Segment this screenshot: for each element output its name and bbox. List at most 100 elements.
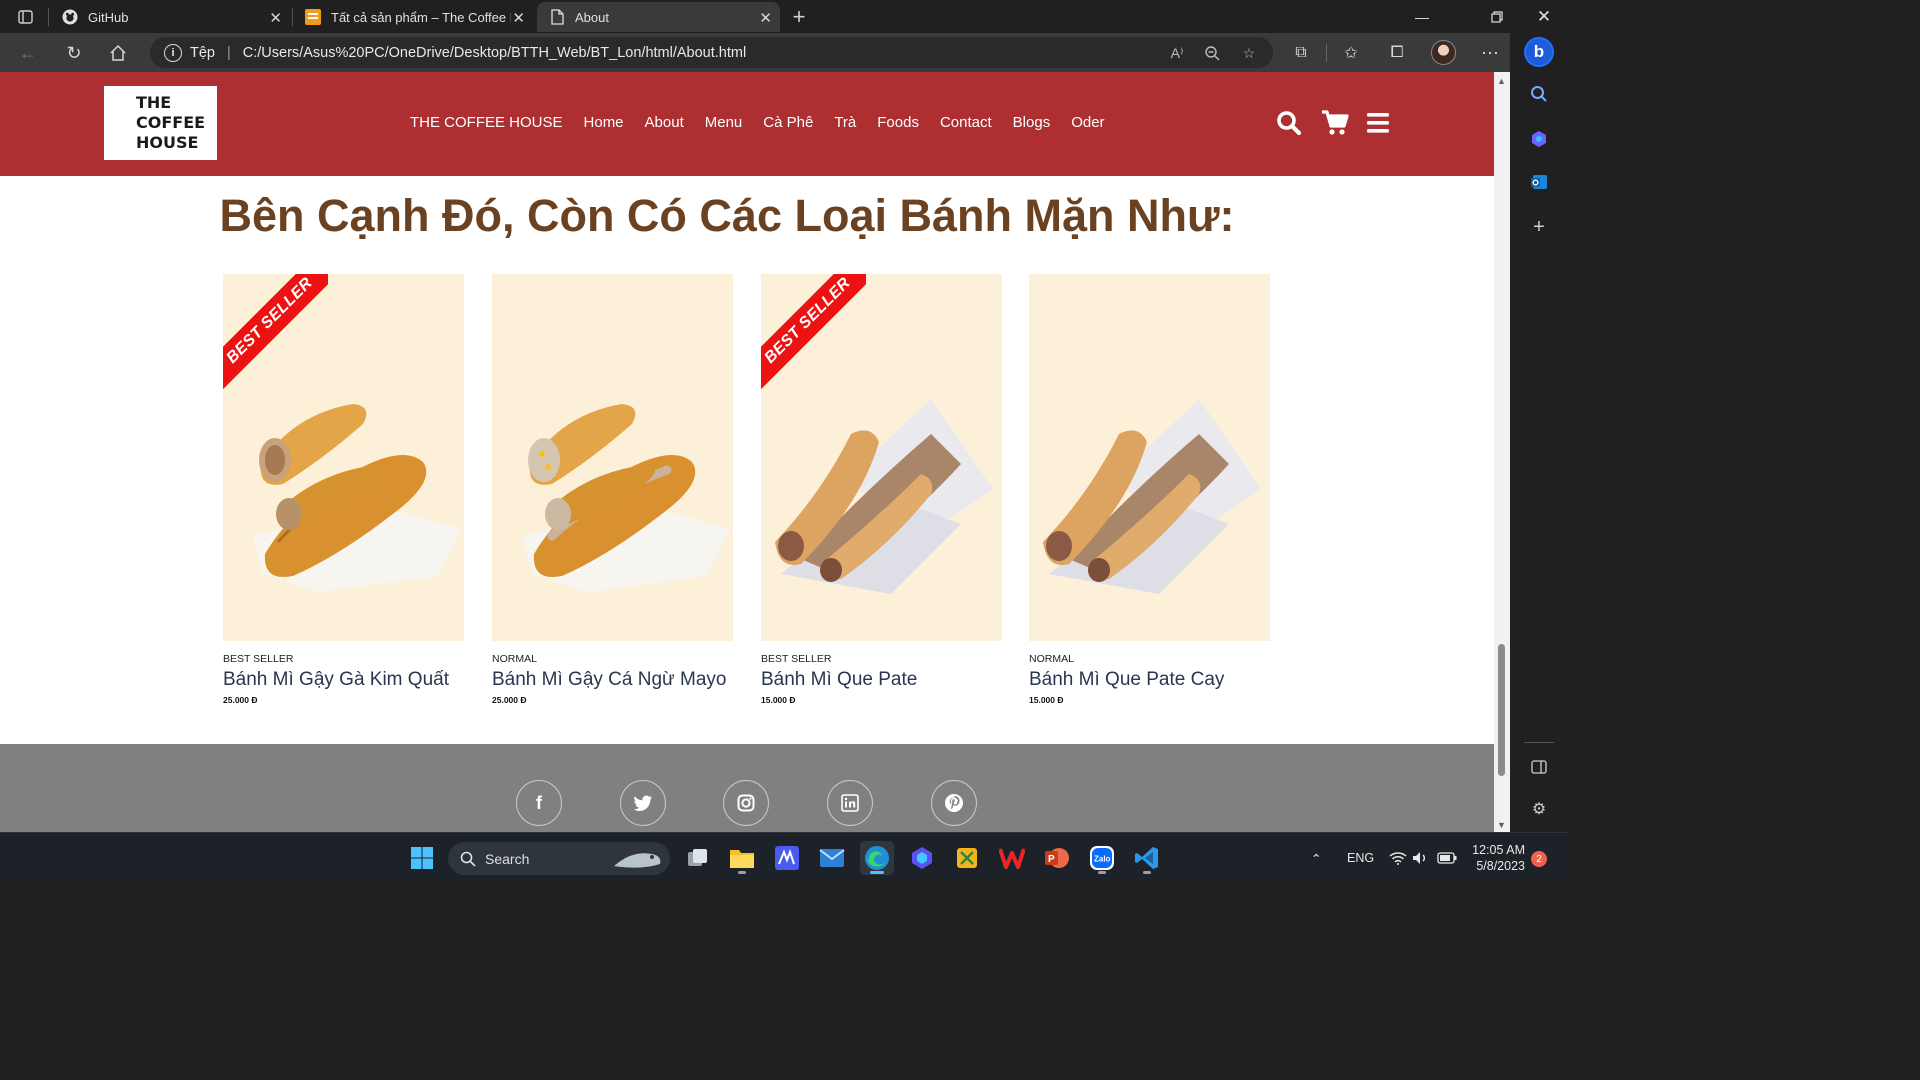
- sidebar-settings-icon[interactable]: ⚙: [1527, 797, 1551, 821]
- product-tag: NORMAL: [492, 653, 537, 665]
- battery-icon[interactable]: [1437, 833, 1457, 883]
- wps-office-icon[interactable]: [995, 841, 1029, 875]
- extensions-icon[interactable]: ⧉: [1287, 39, 1315, 67]
- nav-oder[interactable]: Oder: [1071, 114, 1104, 131]
- zalo-icon[interactable]: Zalo: [1085, 841, 1119, 875]
- outlook-icon[interactable]: [1527, 170, 1551, 194]
- hamburger-menu-icon[interactable]: [1367, 112, 1389, 139]
- scroll-down-icon[interactable]: ▼: [1497, 820, 1506, 830]
- restore-icon[interactable]: [1474, 0, 1520, 33]
- windows-taskbar: Search P Zalo ⌃ ENG 12:05 AM 5/8/2023 2: [0, 832, 1568, 882]
- site-info-icon[interactable]: i: [164, 43, 182, 62]
- start-windows-icon[interactable]: [405, 841, 439, 875]
- clock-date: 5/8/2023: [1476, 859, 1525, 873]
- add-favorite-icon[interactable]: ☆: [1239, 44, 1259, 62]
- tab-title: Tất cả sản phẩm – The Coffee Ho: [331, 9, 511, 25]
- zoom-out-icon[interactable]: [1202, 44, 1222, 62]
- home-icon[interactable]: [104, 39, 132, 67]
- nav-tra[interactable]: Trà: [834, 114, 856, 131]
- nav-home[interactable]: Home: [584, 114, 624, 131]
- copilot-icon[interactable]: [1527, 127, 1551, 151]
- nav-brand[interactable]: THE COFFEE HOUSE: [410, 114, 563, 131]
- browser-tab-strip: GitHub ✕ Tất cả sản phẩm – The Coffee Ho…: [0, 0, 1568, 33]
- pate-stick-illustration: [1043, 399, 1261, 594]
- nav-foods[interactable]: Foods: [877, 114, 919, 131]
- url-text[interactable]: C:/Users/Asus%20PC/OneDrive/Desktop/BTTH…: [243, 45, 746, 61]
- product-image[interactable]: [492, 274, 733, 641]
- product-card[interactable]: NORMAL Bánh Mì Gậy Cá Ngừ Mayo 25.000 Đ: [492, 274, 733, 705]
- best-seller-ribbon: BEST SELLER: [223, 274, 328, 391]
- scroll-up-icon[interactable]: ▲: [1497, 76, 1506, 86]
- mathway-app-icon[interactable]: [770, 841, 804, 875]
- add-sidebar-app-icon[interactable]: +: [1527, 215, 1551, 239]
- mail-icon[interactable]: [815, 841, 849, 875]
- product-card[interactable]: BEST SELLER BEST SELLER Bánh Mì Que Pate…: [761, 274, 1002, 705]
- twitter-icon[interactable]: [620, 780, 666, 826]
- powerpoint-icon[interactable]: P: [1040, 841, 1074, 875]
- snipping-tool-icon[interactable]: [950, 841, 984, 875]
- tab-about[interactable]: About ✕: [537, 2, 780, 32]
- more-options-icon[interactable]: ⋯: [1476, 39, 1504, 67]
- search-icon[interactable]: [1276, 110, 1302, 141]
- wifi-icon[interactable]: [1389, 833, 1407, 883]
- linkedin-icon[interactable]: [827, 780, 873, 826]
- close-tab-icon[interactable]: ✕: [269, 9, 282, 27]
- close-tab-icon[interactable]: ✕: [759, 9, 772, 27]
- taskbar-search[interactable]: Search: [448, 842, 670, 875]
- product-name[interactable]: Bánh Mì Gậy Gà Kim Quất: [223, 669, 464, 691]
- favorites-icon[interactable]: ✩: [1337, 39, 1365, 67]
- nav-about[interactable]: About: [645, 114, 684, 131]
- copilot-taskbar-icon[interactable]: [905, 841, 939, 875]
- tab-coffee-products[interactable]: Tất cả sản phẩm – The Coffee Ho ✕: [293, 2, 533, 32]
- clock-time: 12:05 AM: [1472, 843, 1525, 857]
- product-name[interactable]: Bánh Mì Que Pate: [761, 669, 1002, 691]
- collections-icon[interactable]: ⧠: [1383, 39, 1411, 67]
- clock[interactable]: 12:05 AM 5/8/2023: [1470, 833, 1525, 883]
- minimize-icon[interactable]: —: [1399, 0, 1445, 33]
- product-image[interactable]: [1029, 274, 1270, 641]
- scrollbar-thumb[interactable]: [1498, 644, 1505, 776]
- edge-browser-icon[interactable]: [860, 841, 894, 875]
- nav-blogs[interactable]: Blogs: [1013, 114, 1051, 131]
- profile-avatar[interactable]: [1431, 40, 1456, 65]
- product-card[interactable]: BEST SELLER BEST SELLER Bánh Mì Gậy Gà K…: [223, 274, 464, 705]
- notification-badge[interactable]: 2: [1531, 851, 1547, 867]
- new-tab-icon[interactable]: +: [786, 4, 812, 30]
- nav-menu[interactable]: Menu: [705, 114, 743, 131]
- volume-icon[interactable]: [1412, 833, 1428, 883]
- refresh-icon[interactable]: ↻: [60, 39, 88, 67]
- svg-text:P: P: [1048, 854, 1055, 865]
- product-image[interactable]: BEST SELLER: [761, 274, 1002, 641]
- product-name[interactable]: Bánh Mì Gậy Cá Ngừ Mayo: [492, 669, 733, 691]
- page-scrollbar[interactable]: ▲ ▼: [1494, 72, 1510, 832]
- site-logo[interactable]: THE COFFEE HOUSE: [104, 86, 217, 160]
- product-image[interactable]: BEST SELLER: [223, 274, 464, 641]
- product-card[interactable]: NORMAL Bánh Mì Que Pate Cay 15.000 Đ: [1029, 274, 1270, 705]
- facebook-icon[interactable]: f: [516, 780, 562, 826]
- file-explorer-icon[interactable]: [725, 841, 759, 875]
- instagram-icon[interactable]: [723, 780, 769, 826]
- address-bar[interactable]: i Tệp | C:/Users/Asus%20PC/OneDrive/Desk…: [150, 37, 1273, 68]
- back-icon[interactable]: ←: [14, 39, 42, 67]
- product-name[interactable]: Bánh Mì Que Pate Cay: [1029, 669, 1270, 691]
- vscode-icon[interactable]: [1130, 841, 1164, 875]
- cart-icon[interactable]: [1321, 110, 1349, 141]
- close-tab-icon[interactable]: ✕: [512, 9, 525, 27]
- tab-title: GitHub: [88, 9, 129, 25]
- baguette-tuna-illustration: [522, 404, 730, 592]
- page-viewport: THE COFFEE HOUSE THE COFFEE HOUSE Home A…: [0, 72, 1494, 832]
- search-sidebar-icon[interactable]: [1527, 82, 1551, 106]
- nav-contact[interactable]: Contact: [940, 114, 992, 131]
- input-language[interactable]: ENG: [1347, 833, 1374, 883]
- tab-actions-icon[interactable]: [12, 4, 38, 30]
- tab-github[interactable]: GitHub ✕: [50, 2, 290, 32]
- bing-chat-icon[interactable]: b: [1524, 37, 1554, 67]
- task-view-icon[interactable]: [681, 841, 715, 875]
- pinterest-icon[interactable]: [931, 780, 977, 826]
- read-aloud-icon[interactable]: A⁾: [1167, 44, 1187, 62]
- close-window-icon[interactable]: ✕: [1521, 0, 1567, 33]
- nav-ca-phe[interactable]: Cà Phê: [763, 114, 813, 131]
- page-icon: [549, 9, 565, 25]
- hide-sidebar-icon[interactable]: [1527, 755, 1551, 779]
- show-hidden-icons[interactable]: ⌃: [1311, 833, 1321, 883]
